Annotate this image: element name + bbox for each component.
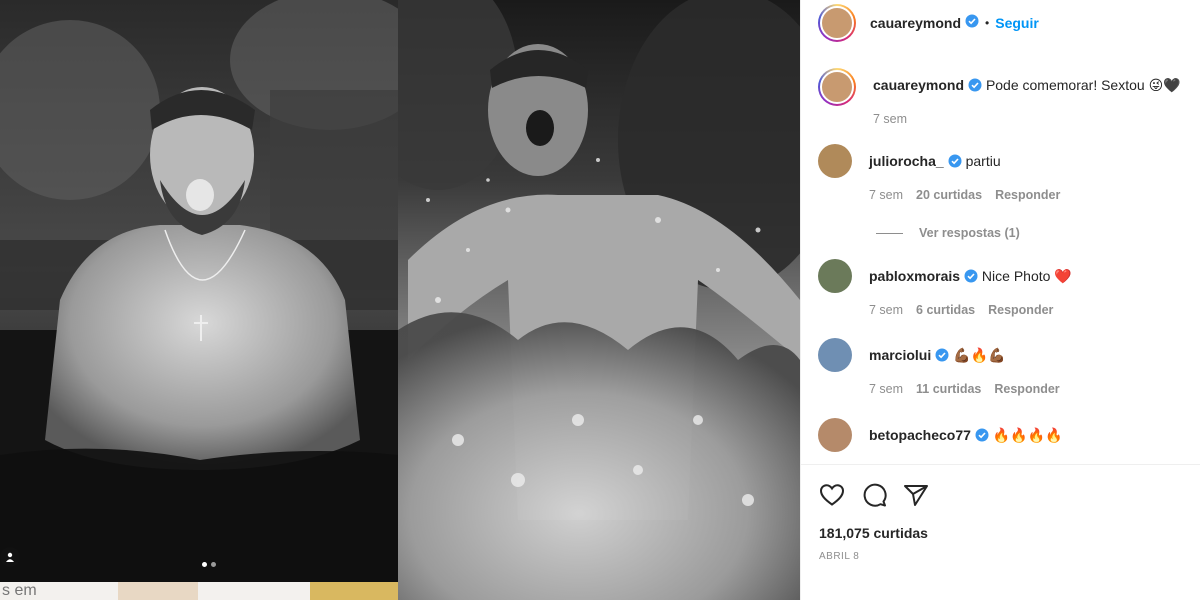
comment-time[interactable]: 7 sem — [869, 188, 903, 202]
comment-time[interactable]: 7 sem — [869, 303, 903, 317]
carousel-indicator — [202, 562, 216, 567]
reply-button[interactable]: Responder — [995, 188, 1060, 202]
caption-text: Pode comemorar! Sextou 😜🖤 — [985, 77, 1181, 93]
strip-thumbnail[interactable] — [310, 582, 398, 600]
comment-likes[interactable]: 20 curtidas — [916, 188, 982, 202]
post-date[interactable]: ABRIL 8 — [819, 551, 859, 562]
view-replies-button[interactable]: Ver respostas (1) — [876, 226, 1020, 240]
post-photo-left[interactable]: s em — [0, 0, 398, 600]
post-header: cauareymond • Seguir — [801, 0, 1200, 46]
like-heart-icon[interactable] — [819, 483, 845, 507]
commenter-avatar[interactable] — [818, 144, 852, 178]
photo-left-illustration — [0, 0, 398, 582]
verified-badge-icon — [968, 78, 982, 96]
verified-badge-icon — [948, 154, 962, 172]
carousel-dot — [211, 562, 216, 567]
comment-username[interactable]: juliorocha_ — [869, 153, 944, 169]
author-username[interactable]: cauareymond — [870, 15, 961, 31]
author-avatar[interactable] — [818, 4, 856, 42]
commenter-avatar[interactable] — [818, 338, 852, 372]
comment-item: pabloxmorais Nice Photo ❤️ 7 sem 6 curti… — [818, 259, 1188, 317]
comment-text: 🔥🔥🔥🔥 — [992, 427, 1063, 443]
replies-divider — [876, 232, 903, 234]
caption-time[interactable]: 7 sem — [873, 112, 907, 126]
comment-item: marciolui 💪🏾🔥💪🏾 7 sem 11 curtidas Respon… — [818, 338, 1188, 396]
strip-thumbnail[interactable] — [118, 582, 198, 600]
comment-item: juliorocha_ partiu 7 sem 20 curtidas Res… — [818, 144, 1188, 202]
reply-button[interactable]: Responder — [988, 303, 1053, 317]
caption: cauareymond Pode comemorar! Sextou 😜🖤 7 … — [818, 68, 1188, 126]
header-separator: • — [985, 16, 990, 30]
view-replies-label: Ver respostas (1) — [919, 226, 1020, 240]
comment-text: Nice Photo ❤️ — [981, 268, 1072, 284]
comment-icon[interactable] — [861, 483, 887, 507]
commenter-avatar[interactable] — [818, 259, 852, 293]
strip-text: s em — [2, 582, 37, 599]
caption-avatar[interactable] — [818, 68, 856, 106]
reply-button[interactable]: Responder — [994, 382, 1059, 396]
comment-username[interactable]: betopacheco77 — [869, 427, 971, 443]
carousel-dot-active — [202, 562, 207, 567]
post-photo-right[interactable] — [398, 0, 800, 600]
post-details-panel: cauareymond • Seguir cauareymond Pode co… — [800, 0, 1200, 600]
comment-likes[interactable]: 11 curtidas — [916, 382, 981, 396]
bottom-strip: s em — [0, 582, 398, 600]
comment-likes[interactable]: 6 curtidas — [916, 303, 975, 317]
comment-text: 💪🏾🔥💪🏾 — [953, 347, 1006, 363]
follow-button[interactable]: Seguir — [995, 15, 1039, 31]
comment-username[interactable]: pabloxmorais — [869, 268, 960, 284]
verified-badge-icon — [975, 428, 989, 446]
caption-username[interactable]: cauareymond — [873, 77, 964, 93]
comment-time[interactable]: 7 sem — [869, 382, 903, 396]
likes-count[interactable]: 181,075 curtidas — [819, 525, 928, 541]
comment-username[interactable]: marciolui — [869, 347, 931, 363]
verified-badge-icon — [964, 269, 978, 287]
user-tag-icon[interactable] — [0, 547, 20, 567]
post-actions: 181,075 curtidas ABRIL 8 — [801, 464, 1200, 600]
instagram-post-view: s em cauareymond • Seguir cauareymond Po… — [0, 0, 1200, 600]
comment-text: partiu — [965, 153, 1001, 169]
comment-item: betopacheco77 🔥🔥🔥🔥 — [818, 418, 1188, 452]
verified-badge-icon — [935, 348, 949, 366]
commenter-avatar[interactable] — [818, 418, 852, 452]
verified-badge-icon — [965, 14, 979, 33]
share-icon[interactable] — [903, 483, 929, 507]
photo-right-illustration — [398, 0, 800, 600]
